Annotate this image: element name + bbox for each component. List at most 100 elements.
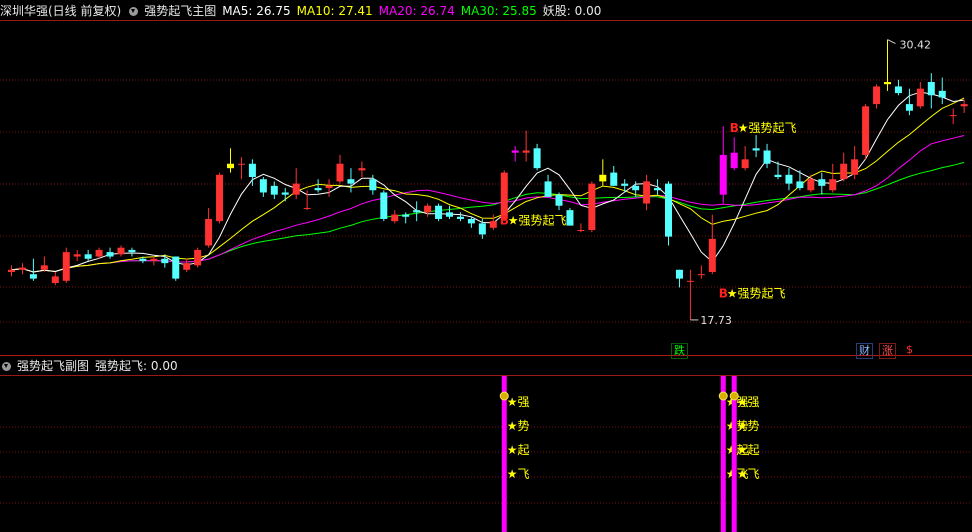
candle-body-21 bbox=[237, 163, 245, 165]
candle-body-2 bbox=[29, 274, 37, 279]
dropdown-icon[interactable] bbox=[129, 7, 139, 16]
candle-body-45 bbox=[500, 172, 508, 219]
candle-body-58 bbox=[643, 181, 651, 204]
candle-body-84 bbox=[927, 82, 935, 96]
candle-body-31 bbox=[347, 179, 355, 184]
candle-body-16 bbox=[183, 263, 191, 270]
candle-body-65 bbox=[719, 154, 727, 195]
candle-body-73 bbox=[807, 179, 815, 191]
qsqf-label-2: ★强势起飞 bbox=[738, 121, 797, 135]
candle-body-19 bbox=[216, 174, 224, 222]
candle-body-28 bbox=[314, 188, 322, 191]
kline-chart: 30.4217.73B★强势起飞B★强势起飞B★强势起飞★强★势★起★飞★强★势… bbox=[0, 20, 972, 532]
candle-body-78 bbox=[862, 106, 870, 155]
sub-header: 强势起飞副图 强势起飞: 0.00 bbox=[0, 356, 184, 376]
high-price-label: 30.42 bbox=[900, 39, 932, 52]
candle-body-20 bbox=[227, 163, 234, 169]
sub-indicator-name[interactable]: 强势起飞副图 bbox=[17, 359, 89, 373]
candle-body-33 bbox=[369, 179, 377, 191]
candle-body-61 bbox=[675, 269, 683, 279]
ma5-value: MA5: 26.75 bbox=[222, 4, 291, 18]
candle-body-76 bbox=[840, 163, 848, 180]
candle-body-25 bbox=[281, 192, 289, 195]
candle-body-8 bbox=[95, 249, 103, 257]
sub-dropdown-icon[interactable] bbox=[2, 362, 11, 371]
candle-body-4 bbox=[51, 276, 59, 284]
low-price-label: 17.73 bbox=[700, 314, 732, 327]
candle-body-54 bbox=[599, 174, 607, 182]
candle-body-72 bbox=[796, 181, 804, 189]
candle-body-81 bbox=[894, 86, 902, 94]
ma30-value: MA30: 25.85 bbox=[460, 4, 537, 18]
candle-body-71 bbox=[785, 174, 793, 184]
sub-char-2-3: ★飞 bbox=[737, 467, 760, 481]
candle-body-51 bbox=[566, 210, 574, 226]
high-marker-arrow bbox=[887, 39, 896, 45]
candle-body-0 bbox=[8, 269, 15, 272]
tag-money[interactable]: $ bbox=[904, 343, 915, 357]
candle-body-43 bbox=[478, 223, 486, 235]
candle-body-74 bbox=[818, 179, 826, 186]
candle-body-77 bbox=[851, 159, 859, 175]
candle-body-66 bbox=[730, 152, 738, 169]
candle-body-26 bbox=[292, 183, 300, 195]
candle-body-50 bbox=[555, 194, 563, 206]
sub-char-0-1: ★势 bbox=[507, 419, 530, 433]
candle-body-64 bbox=[708, 238, 716, 272]
candle-body-3 bbox=[40, 265, 48, 270]
ma20-value: MA20: 26.74 bbox=[378, 4, 455, 18]
tag-die[interactable]: 跌 bbox=[671, 343, 688, 359]
sub-char-2-0: ★强 bbox=[737, 395, 760, 409]
candle-body-83 bbox=[916, 88, 924, 107]
candle-body-52 bbox=[577, 230, 585, 232]
candle-body-67 bbox=[741, 159, 749, 169]
stock-title[interactable]: 深圳华强(日线 前复权) bbox=[0, 4, 121, 18]
candle-body-39 bbox=[435, 205, 443, 219]
candle-body-82 bbox=[905, 104, 913, 111]
qsqf-label-0: ★强势起飞 bbox=[508, 214, 567, 228]
candle-body-80 bbox=[884, 82, 891, 85]
candle-body-85 bbox=[938, 90, 946, 98]
candle-body-63 bbox=[697, 274, 705, 276]
candle-body-46 bbox=[511, 150, 519, 153]
candle-body-53 bbox=[588, 183, 596, 231]
candle-body-13 bbox=[150, 258, 158, 261]
qsqf-label-1: ★强势起飞 bbox=[727, 286, 786, 300]
candle-body-70 bbox=[774, 174, 782, 177]
yao-value: 妖股: 0.00 bbox=[542, 4, 602, 18]
candle-body-1 bbox=[18, 267, 26, 270]
candle-body-9 bbox=[106, 252, 114, 257]
sub-char-0-3: ★飞 bbox=[507, 467, 530, 481]
candle-body-11 bbox=[128, 249, 136, 253]
candle-body-38 bbox=[424, 205, 432, 213]
candle-body-56 bbox=[621, 183, 629, 186]
main-indicator-name[interactable]: 强势起飞主图 bbox=[144, 4, 216, 18]
ma20-line bbox=[11, 135, 965, 273]
candle-body-17 bbox=[194, 249, 202, 266]
candle-body-69 bbox=[763, 150, 771, 164]
candle-body-41 bbox=[456, 216, 464, 219]
tag-zhang[interactable]: 涨 bbox=[879, 343, 896, 359]
candle-body-48 bbox=[533, 148, 541, 169]
candle-body-12 bbox=[139, 258, 147, 261]
candle-body-68 bbox=[752, 148, 760, 151]
candle-body-27 bbox=[303, 207, 311, 209]
main-header: 深圳华强(日线 前复权) 强势起飞主图 MA5: 26.75 MA10: 27.41 M… bbox=[0, 1, 607, 21]
sub-char-2-2: ★起 bbox=[737, 443, 760, 457]
candle-body-47 bbox=[522, 150, 530, 153]
candle-body-24 bbox=[270, 185, 278, 195]
sub-indicator-value: 强势起飞: 0.00 bbox=[95, 359, 178, 373]
tag-cai[interactable]: 财 bbox=[856, 343, 873, 359]
ma10-value: MA10: 27.41 bbox=[296, 4, 373, 18]
candle-body-62 bbox=[686, 280, 694, 282]
candle-body-42 bbox=[467, 218, 475, 224]
candle-body-44 bbox=[489, 221, 497, 228]
candle-body-34 bbox=[380, 192, 388, 219]
candle-body-57 bbox=[632, 185, 640, 191]
candle-body-18 bbox=[205, 218, 213, 246]
candle-body-36 bbox=[402, 214, 410, 217]
candle-body-55 bbox=[610, 172, 618, 186]
candle-body-23 bbox=[259, 179, 267, 193]
candle-body-7 bbox=[84, 254, 92, 259]
candle-body-49 bbox=[544, 181, 552, 197]
